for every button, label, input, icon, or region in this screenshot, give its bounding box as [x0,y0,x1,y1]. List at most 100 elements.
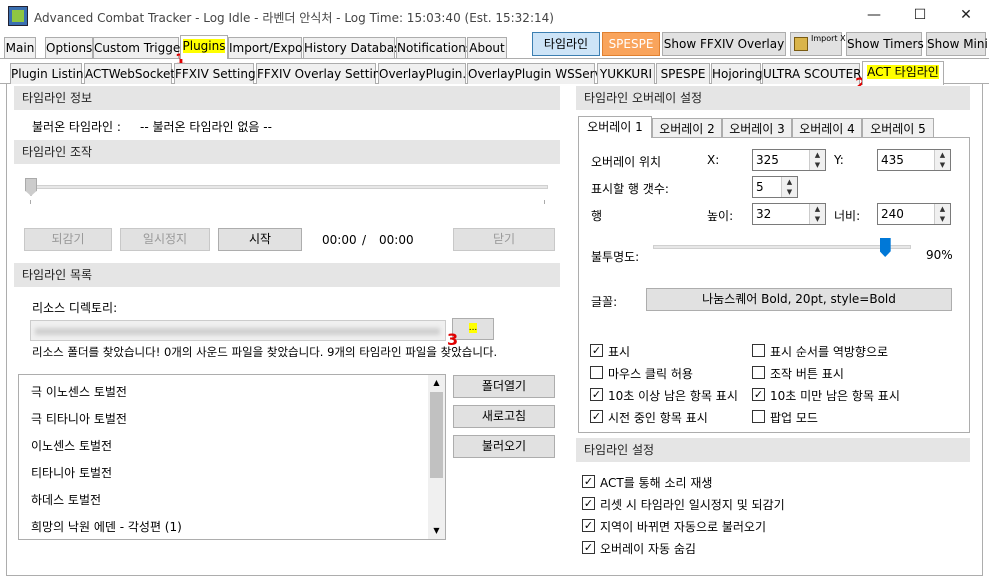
checkbox-label: 지역이 바뀌면 자동으로 불러오기 [600,520,767,534]
browse-button[interactable]: ... [452,318,494,340]
checkbox[interactable]: ✓ [590,410,603,423]
show-mini-button[interactable]: Show Mini [926,32,988,56]
opacity-label: 불투명도: [591,250,640,264]
resource-dir-blurred [35,328,440,335]
scroll-up-icon[interactable]: ▲ [428,375,445,391]
x-input[interactable]: 325 ▲ ▼ [752,149,826,171]
list-item[interactable]: 극 이노센스 토벌전 [31,383,127,400]
refresh-button[interactable]: 새로고침 [453,405,555,428]
checkbox[interactable]: ✓ [590,344,603,357]
opacity-slider-track[interactable] [653,245,911,249]
list-item[interactable]: 하데스 토벌전 [31,491,101,508]
tab-plugins[interactable]: Plugins [180,35,228,59]
height-spinner[interactable]: ▲ ▼ [809,204,825,224]
timeline-button[interactable]: 타임라인 [532,32,600,56]
spespe-button[interactable]: SPESPE [602,32,660,56]
tab-overlay-4[interactable]: 오버레이 4 [792,118,862,137]
tab-main[interactable]: Main [4,37,36,58]
tab-act-timeline[interactable]: ACT 타임라인 [862,61,944,85]
tab-custom-triggers[interactable]: Custom Triggers [93,37,191,58]
checkbox-label: 10초 이상 남은 항목 표시 [608,389,738,403]
tab-import-export[interactable]: Import/Export [228,37,312,58]
tab-plugin-listing[interactable]: Plugin Listing [10,63,91,84]
checkbox-label: 오버레이 자동 숨김 [600,542,696,556]
plugin-tab-strip: Plugin Listing ACTWebSocket FFXIV Settin… [0,61,989,85]
list-item[interactable]: 극 티타니아 토벌전 [31,410,127,427]
checkbox[interactable] [590,366,603,379]
tab-actwebsocket[interactable]: ACTWebSocket [84,63,175,84]
checkbox-label: 리셋 시 타임라인 일시정지 및 되감기 [600,498,785,512]
tab-overlay-1[interactable]: 오버레이 1 [578,116,652,138]
tab-hojoring[interactable]: Hojoring [711,63,763,84]
tab-yukkuri[interactable]: YUKKURI [597,63,655,84]
start-button[interactable]: 시작 [218,228,302,251]
minimize-button[interactable]: — [851,0,897,30]
checkbox[interactable]: ✓ [582,541,595,554]
timeline-file-list[interactable]: 극 이노센스 토벌전 극 티타니아 토벌전 이노센스 토벌전 티타니아 토벌전 … [18,374,446,540]
import-xml-label: Import XML [811,34,857,43]
list-scrollbar[interactable]: ▲ ▼ [428,375,445,539]
tab-overlay-2[interactable]: 오버레이 2 [652,118,722,137]
list-item[interactable]: 티타니아 토벌전 [31,464,112,481]
font-button[interactable]: 나눔스퀘어 Bold, 20pt, style=Bold [646,288,952,311]
close-timeline-button[interactable]: 닫기 [453,228,555,251]
open-folder-button[interactable]: 폴더열기 [453,375,555,398]
checkbox[interactable] [752,344,765,357]
load-button[interactable]: 불러오기 [453,435,555,458]
height-label: 높이: [707,209,734,223]
tab-overlay-3[interactable]: 오버레이 3 [722,118,792,137]
tab-ffxiv-overlay-settings[interactable]: FFXIV Overlay Settings [256,63,394,84]
close-button[interactable]: ✕ [943,0,989,30]
tab-overlayplugin-dll[interactable]: OverlayPlugin.dll [378,63,480,84]
show-ffxiv-overlay-button[interactable]: Show FFXIV Overlay [662,32,786,56]
total-time: 00:00 [379,233,414,247]
rewind-button[interactable]: 되감기 [24,228,112,251]
loaded-timeline-value: -- 불러온 타임라인 없음 -- [140,120,272,134]
y-spinner[interactable]: ▲ ▼ [934,150,950,170]
seek-tick-start [30,200,31,204]
height-input[interactable]: 32 ▲ ▼ [752,203,826,225]
checkbox[interactable]: ✓ [582,497,595,510]
rows-spinner[interactable]: ▲ ▼ [781,177,797,197]
tab-notifications[interactable]: Notifications [396,37,472,58]
timeline-seek-track[interactable] [28,185,548,189]
font-label: 글꼴: [591,295,618,309]
list-item[interactable]: 희망의 낙원 에덴 - 각성편 (1) [31,518,182,535]
width-input[interactable]: 240 ▲ ▼ [877,203,951,225]
tab-ffxiv-settings[interactable]: FFXIV Settings [174,63,262,84]
loaded-timeline-label: 불러온 타임라인 : [32,120,121,134]
list-item[interactable]: 이노센스 토벌전 [31,437,112,454]
maximize-button[interactable]: ☐ [897,0,943,30]
scroll-down-icon[interactable]: ▼ [428,523,445,539]
show-timers-button[interactable]: Show Timers [846,32,924,56]
pause-button[interactable]: 일시정지 [120,228,210,251]
resource-dir-field[interactable] [30,320,446,341]
window-title: Advanced Combat Tracker - Log Idle - 라벤더… [34,11,554,25]
app-icon[interactable] [8,6,28,26]
checkbox[interactable] [752,366,765,379]
tab-history-database[interactable]: History Database [303,37,408,58]
tab-overlayplugin-wsserver[interactable]: OverlayPlugin WSServer [467,63,614,84]
tab-act-timeline-label: ACT 타임라인 [867,65,939,79]
overlay-settings-header: 타임라인 오버레이 설정 [576,86,970,110]
row-label: 행 [591,209,603,223]
width-spinner[interactable]: ▲ ▼ [934,204,950,224]
tab-about[interactable]: About [467,37,507,58]
checkbox-label: 시전 중인 항목 표시 [608,411,708,425]
scroll-thumb[interactable] [430,392,443,478]
tab-spespe[interactable]: SPESPE [656,63,710,84]
tab-options[interactable]: Options [45,37,93,58]
rows-input[interactable]: 5 ▲ ▼ [752,176,798,198]
checkbox[interactable]: ✓ [582,475,595,488]
y-value: 435 [881,153,904,167]
y-input[interactable]: 435 ▲ ▼ [877,149,951,171]
x-spinner[interactable]: ▲ ▼ [809,150,825,170]
checkbox[interactable]: ✓ [590,388,603,401]
checkbox[interactable]: ✓ [582,519,595,532]
current-time: 00:00 [322,233,357,247]
import-xml-button[interactable]: Import XML [790,32,857,56]
checkbox[interactable]: ✓ [752,388,765,401]
tab-ultra-scouter[interactable]: ULTRA SCOUTER [762,63,862,84]
tab-overlay-5[interactable]: 오버레이 5 [862,118,934,137]
checkbox[interactable] [752,410,765,423]
